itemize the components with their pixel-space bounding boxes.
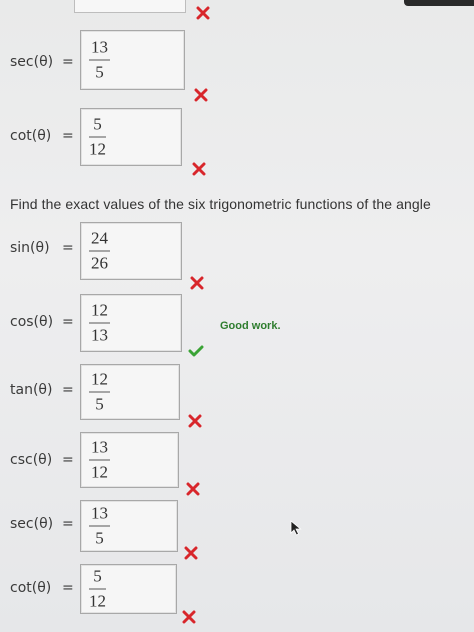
answer-input[interactable]: 24 26 <box>80 222 182 280</box>
numerator: 5 <box>93 114 102 134</box>
fraction: 24 26 <box>89 229 110 274</box>
numerator: 13 <box>91 37 108 57</box>
numerator: 12 <box>91 300 108 320</box>
x-mark-icon <box>186 482 200 496</box>
question-text: Find the exact values of the six trigono… <box>10 196 431 212</box>
equals-sign: = <box>62 452 74 468</box>
numerator: 12 <box>91 369 108 389</box>
equals-sign: = <box>62 516 74 532</box>
function-label: sin(θ) <box>10 240 50 256</box>
answer-input[interactable]: 13 12 <box>80 432 179 488</box>
answer-input[interactable]: 13 5 <box>80 30 185 90</box>
function-label: sec(θ) <box>10 516 54 532</box>
x-mark-icon <box>188 414 202 428</box>
denominator: 5 <box>95 394 104 414</box>
fraction: 5 12 <box>89 567 106 612</box>
x-mark-icon <box>196 6 210 20</box>
equals-sign: = <box>62 128 74 144</box>
function-label: tan(θ) <box>10 382 53 398</box>
numerator: 24 <box>91 228 108 248</box>
x-mark-icon <box>182 610 196 624</box>
fraction: 12 13 <box>89 301 110 346</box>
answer-input[interactable]: 12 5 <box>80 364 180 420</box>
answer-box-partial <box>74 0 186 13</box>
denominator: 12 <box>89 591 106 611</box>
x-mark-icon <box>184 546 198 560</box>
function-label: cot(θ) <box>10 128 52 144</box>
function-label: cot(θ) <box>10 580 52 596</box>
function-label: cos(θ) <box>10 314 54 330</box>
fraction: 5 12 <box>89 115 106 160</box>
denominator: 5 <box>95 528 104 548</box>
check-mark-icon <box>188 344 204 358</box>
corner-badge <box>404 0 474 6</box>
numerator: 5 <box>93 566 102 586</box>
equals-sign: = <box>62 314 74 330</box>
fraction: 12 5 <box>89 370 110 415</box>
fraction: 13 5 <box>89 504 110 549</box>
fraction: 13 5 <box>89 38 110 83</box>
equals-sign: = <box>62 240 74 256</box>
answer-input[interactable]: 5 12 <box>80 108 182 166</box>
x-mark-icon <box>194 88 208 102</box>
numerator: 13 <box>91 503 108 523</box>
equals-sign: = <box>62 580 74 596</box>
function-label: sec(θ) <box>10 54 54 70</box>
function-label: csc(θ) <box>10 452 53 468</box>
denominator: 12 <box>91 462 108 482</box>
denominator: 13 <box>91 325 108 345</box>
feedback-text: Good work. <box>220 320 281 332</box>
answer-input[interactable]: 5 12 <box>80 564 177 614</box>
fraction: 13 12 <box>89 438 110 483</box>
denominator: 26 <box>91 253 108 273</box>
denominator: 12 <box>89 139 106 159</box>
answer-input[interactable]: 12 13 <box>80 294 182 352</box>
denominator: 5 <box>95 62 104 82</box>
x-mark-icon <box>190 276 204 290</box>
equals-sign: = <box>62 382 74 398</box>
equals-sign: = <box>62 54 74 70</box>
numerator: 13 <box>91 437 108 457</box>
x-mark-icon <box>192 162 206 176</box>
answer-input[interactable]: 13 5 <box>80 500 178 552</box>
mouse-cursor-icon <box>290 520 302 541</box>
